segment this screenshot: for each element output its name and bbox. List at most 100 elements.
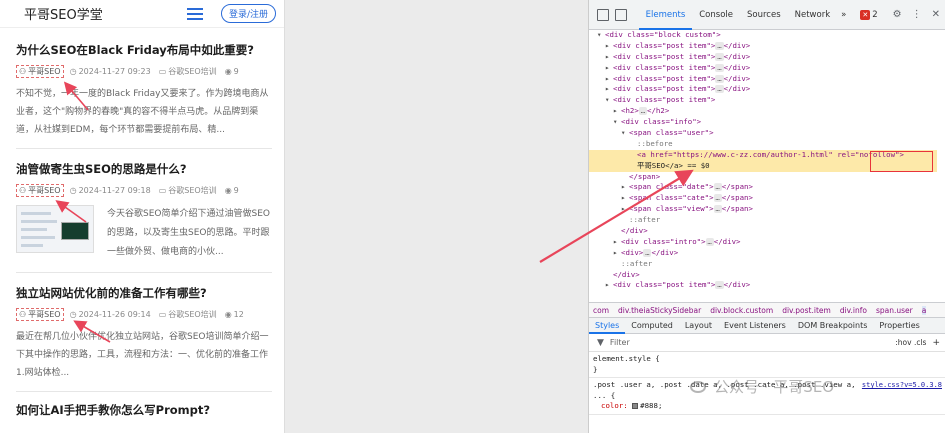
dom-node[interactable]: ▸ <div class="post item">… </div> bbox=[589, 74, 937, 85]
close-icon[interactable]: ✕ bbox=[932, 9, 940, 20]
expand-triangle-icon[interactable]: ▸ bbox=[613, 106, 621, 117]
breadcrumb-item[interactable]: div.theiaStickySidebar bbox=[618, 306, 701, 315]
expand-triangle-icon[interactable]: ▸ bbox=[613, 237, 621, 248]
breadcrumb-item[interactable]: div.block.custom bbox=[710, 306, 773, 315]
dom-node[interactable]: </div> bbox=[589, 226, 937, 237]
inspect-element-icon[interactable] bbox=[597, 8, 609, 21]
device-toolbar-icon[interactable] bbox=[614, 8, 627, 21]
dom-node[interactable]: ▾ <span class="user"> bbox=[589, 128, 937, 139]
expand-triangle-icon[interactable]: ▸ bbox=[621, 204, 629, 215]
collapsed-content-ellipsis[interactable]: … bbox=[713, 205, 722, 214]
color-swatch[interactable] bbox=[632, 403, 639, 409]
dom-node[interactable]: ▸ <div class="post item">… </div> bbox=[589, 41, 937, 52]
dom-node[interactable]: ▸ <div>… </div> bbox=[589, 248, 937, 259]
dom-node[interactable]: ▸ <div class="post item">… </div> bbox=[589, 280, 937, 291]
hov-cls-toggles[interactable]: :hov .cls bbox=[895, 338, 926, 347]
dom-node[interactable]: ▸ <h2>… </h2> bbox=[589, 106, 937, 117]
breadcrumb-item[interactable]: div.post.item bbox=[782, 306, 831, 315]
dom-node[interactable]: ▾ <div class="post item"> bbox=[589, 95, 937, 106]
element-style-rule[interactable]: element.style { } bbox=[589, 352, 945, 378]
more-tabs-button[interactable]: » bbox=[837, 10, 850, 20]
dom-node[interactable]: ▾ <div class="block custom"> bbox=[589, 30, 937, 41]
stylesheet-link[interactable]: style.css?v=5.0.3.8 bbox=[862, 380, 942, 391]
user-icon: ⚇ bbox=[19, 310, 27, 319]
dom-node[interactable]: ▸ <div class="post item">… </div> bbox=[589, 52, 937, 63]
post-author[interactable]: ⚇ 平哥SEO bbox=[16, 184, 64, 197]
dom-node[interactable]: ▾ <div class="info"> bbox=[589, 117, 937, 128]
more-options-icon[interactable]: ⋮ bbox=[912, 9, 922, 20]
new-rule-icon[interactable]: + bbox=[932, 338, 940, 348]
post-thumbnail[interactable] bbox=[16, 205, 94, 253]
breadcrumb-item[interactable]: span.user bbox=[876, 306, 913, 315]
dom-node[interactable]: ▸ <span class="cate">… </span> bbox=[589, 193, 937, 204]
post-category[interactable]: 谷歌SEO培训 bbox=[168, 309, 216, 320]
css-property-name[interactable]: color: bbox=[601, 401, 628, 410]
collapsed-content-ellipsis[interactable]: … bbox=[715, 85, 724, 94]
error-badge-icon[interactable]: ✕ bbox=[860, 9, 871, 20]
tab-elements[interactable]: Elements bbox=[638, 0, 693, 30]
subtab-styles[interactable]: Styles bbox=[589, 318, 626, 334]
post-meta: ⚇ 平哥SEO ◷ 2024-11-26 09:14 ▭ 谷歌SEO培训 ◉ 12 bbox=[16, 308, 274, 321]
styles-filter-input[interactable]: Filter bbox=[610, 338, 895, 347]
dom-node[interactable]: ::after bbox=[589, 259, 937, 270]
expand-triangle-icon[interactable]: ▸ bbox=[605, 280, 613, 291]
site-title[interactable]: 平哥SEO学堂 bbox=[24, 4, 187, 23]
post-title[interactable]: 如何让AI手把手教你怎么写Prompt? bbox=[16, 402, 274, 418]
dom-node[interactable]: ▸ <div class="post item">… </div> bbox=[589, 63, 937, 74]
subtab-event-listeners[interactable]: Event Listeners bbox=[718, 318, 792, 334]
dom-node[interactable]: ▸ <span class="date">… </span> bbox=[589, 182, 937, 193]
expand-triangle-icon[interactable]: ▸ bbox=[605, 84, 613, 95]
expand-triangle-icon[interactable]: ▸ bbox=[605, 74, 613, 85]
expand-triangle-icon[interactable]: ▾ bbox=[605, 95, 613, 106]
post-category[interactable]: 谷歌SEO培训 bbox=[168, 66, 216, 77]
dom-node[interactable]: </div> bbox=[589, 270, 937, 281]
expand-triangle-icon[interactable]: ▸ bbox=[605, 41, 613, 52]
expand-triangle-icon[interactable]: ▸ bbox=[621, 182, 629, 193]
dom-node[interactable]: ::before bbox=[589, 139, 937, 150]
error-count[interactable]: 2 bbox=[872, 10, 877, 20]
subtab-dom-breakpoints[interactable]: DOM Breakpoints bbox=[792, 318, 874, 334]
post-author[interactable]: ⚇ 平哥SEO bbox=[16, 65, 64, 78]
dom-node[interactable]: </span> bbox=[589, 172, 937, 183]
dom-node[interactable]: ::after bbox=[589, 215, 937, 226]
post-author[interactable]: ⚇ 平哥SEO bbox=[16, 308, 64, 321]
login-button[interactable]: 登录/注册 bbox=[220, 4, 276, 23]
subtab-properties[interactable]: Properties bbox=[873, 318, 925, 334]
expand-triangle-icon[interactable]: ▸ bbox=[605, 63, 613, 74]
collapsed-content-ellipsis[interactable]: … bbox=[713, 183, 722, 192]
post-title[interactable]: 为什么SEO在Black Friday布局中如此重要? bbox=[16, 42, 274, 58]
tab-console[interactable]: Console bbox=[692, 0, 740, 30]
collapsed-content-ellipsis[interactable]: … bbox=[715, 41, 724, 50]
collapsed-content-ellipsis[interactable]: … bbox=[715, 52, 724, 61]
collapsed-content-ellipsis[interactable]: … bbox=[715, 74, 724, 83]
dom-node[interactable]: ▸ <div class="intro">… </div> bbox=[589, 237, 937, 248]
subtab-layout[interactable]: Layout bbox=[679, 318, 718, 334]
dom-node-markup: <span class="view"> bbox=[629, 204, 714, 214]
dom-node[interactable]: ▸ <span class="view">… </span> bbox=[589, 204, 937, 215]
breadcrumb-item[interactable]: a bbox=[921, 305, 927, 315]
gear-icon[interactable]: ⚙ bbox=[893, 9, 902, 20]
dom-node[interactable]: ▸ <div class="post item">… </div> bbox=[589, 84, 937, 95]
tab-network[interactable]: Network bbox=[788, 0, 838, 30]
expand-triangle-icon[interactable]: ▸ bbox=[613, 248, 621, 259]
hamburger-menu-icon[interactable] bbox=[186, 7, 203, 20]
css-property-value[interactable]: #888; bbox=[640, 401, 662, 410]
collapsed-content-ellipsis[interactable]: … bbox=[715, 281, 724, 290]
collapsed-content-ellipsis[interactable]: … bbox=[638, 107, 648, 116]
expand-triangle-icon[interactable]: ▾ bbox=[597, 30, 605, 41]
post-excerpt: 最近在帮几位小伙伴优化独立站网站，谷歌SEO培训简单介绍一下其中操作的思路，工具… bbox=[16, 332, 269, 378]
breadcrumb-item[interactable]: com bbox=[593, 306, 609, 315]
post-category[interactable]: 谷歌SEO培训 bbox=[168, 185, 216, 196]
collapsed-content-ellipsis[interactable]: … bbox=[705, 237, 714, 246]
post-title[interactable]: 油管做寄生虫SEO的思路是什么? bbox=[16, 161, 274, 177]
breadcrumb-item[interactable]: div.info bbox=[840, 306, 867, 315]
subtab-computed[interactable]: Computed bbox=[625, 318, 679, 334]
collapsed-content-ellipsis[interactable]: … bbox=[713, 194, 722, 203]
tab-sources[interactable]: Sources bbox=[740, 0, 788, 30]
expand-triangle-icon[interactable]: ▾ bbox=[621, 128, 629, 139]
expand-triangle-icon[interactable]: ▾ bbox=[613, 117, 621, 128]
collapsed-content-ellipsis[interactable]: … bbox=[715, 63, 724, 72]
expand-triangle-icon[interactable]: ▸ bbox=[605, 52, 613, 63]
expand-triangle-icon[interactable]: ▸ bbox=[621, 193, 629, 204]
post-title[interactable]: 独立站网站优化前的准备工作有哪些? bbox=[16, 285, 274, 301]
